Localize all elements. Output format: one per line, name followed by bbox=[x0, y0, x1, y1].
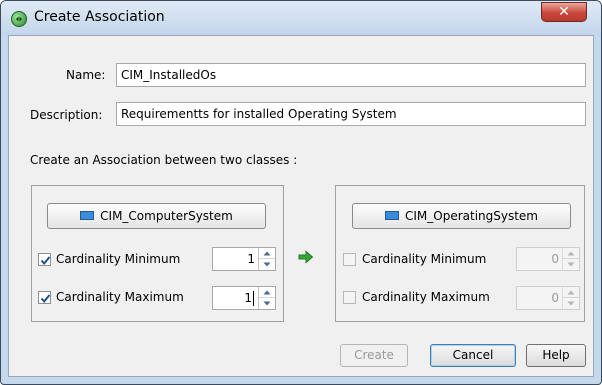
title-bar[interactable]: Create Association ✕ bbox=[1, 1, 601, 35]
target-class-label: CIM_OperatingSystem bbox=[404, 209, 538, 223]
spinner-down-icon[interactable] bbox=[259, 259, 275, 270]
source-card-min-value: 1 bbox=[247, 252, 255, 266]
close-icon: ✕ bbox=[558, 4, 570, 20]
checkmark-icon bbox=[40, 294, 51, 304]
target-class-button[interactable]: CIM_OperatingSystem bbox=[352, 203, 571, 229]
target-card-min-value: 0 bbox=[551, 252, 559, 266]
spinner-down-icon[interactable] bbox=[563, 298, 579, 309]
description-label: Description: bbox=[30, 108, 103, 122]
dialog-window: Create Association ✕ Name: CIM_Installed… bbox=[0, 0, 602, 385]
target-card-max-value: 0 bbox=[551, 291, 559, 305]
source-class-panel: CIM_ComputerSystem Cardinality Minimum 1… bbox=[31, 185, 284, 322]
spinner-down-icon[interactable] bbox=[259, 298, 275, 309]
source-card-max-spinner[interactable]: 1 bbox=[212, 286, 276, 310]
target-card-max-checkbox[interactable] bbox=[343, 291, 356, 304]
source-card-max-checkbox[interactable] bbox=[38, 291, 51, 304]
create-button[interactable]: Create bbox=[340, 344, 408, 367]
spinner-down-icon[interactable] bbox=[563, 259, 579, 270]
name-field[interactable]: CIM_InstalledOs bbox=[116, 63, 586, 87]
section-label: Create an Association between two classe… bbox=[30, 153, 298, 167]
target-card-max-spinner[interactable]: 0 bbox=[516, 286, 580, 310]
target-card-min-checkbox[interactable] bbox=[343, 253, 356, 266]
cancel-button[interactable]: Cancel bbox=[430, 344, 516, 367]
close-button[interactable]: ✕ bbox=[541, 2, 587, 22]
class-icon bbox=[80, 211, 95, 220]
source-card-min-spinner[interactable]: 1 bbox=[212, 247, 276, 271]
source-card-min-checkbox[interactable] bbox=[38, 253, 51, 266]
target-card-min-spinner[interactable]: 0 bbox=[516, 247, 580, 271]
spinner-up-icon[interactable] bbox=[563, 248, 579, 259]
checkmark-icon bbox=[40, 256, 51, 266]
source-card-max-value: 1 bbox=[244, 291, 252, 305]
arrow-right-icon bbox=[298, 250, 314, 267]
help-button[interactable]: Help bbox=[526, 344, 586, 367]
description-field[interactable]: Requirementts for installed Operating Sy… bbox=[116, 102, 586, 126]
spinner-up-icon[interactable] bbox=[563, 287, 579, 298]
source-card-max-label: Cardinality Maximum bbox=[56, 290, 184, 304]
source-class-label: CIM_ComputerSystem bbox=[100, 209, 233, 223]
spinner-up-icon[interactable] bbox=[259, 287, 275, 298]
window-title: Create Association bbox=[34, 9, 165, 25]
app-icon bbox=[11, 11, 27, 27]
class-icon bbox=[384, 211, 399, 220]
dialog-body: Name: CIM_InstalledOs Description: Requi… bbox=[8, 35, 594, 377]
source-class-button[interactable]: CIM_ComputerSystem bbox=[47, 203, 266, 229]
target-class-panel: CIM_OperatingSystem Cardinality Minimum … bbox=[335, 185, 585, 322]
target-card-max-label: Cardinality Maximum bbox=[362, 290, 490, 304]
text-caret bbox=[253, 291, 254, 306]
name-label: Name: bbox=[66, 68, 106, 82]
target-card-min-label: Cardinality Minimum bbox=[362, 252, 487, 266]
spinner-up-icon[interactable] bbox=[259, 248, 275, 259]
source-card-min-label: Cardinality Minimum bbox=[56, 252, 181, 266]
